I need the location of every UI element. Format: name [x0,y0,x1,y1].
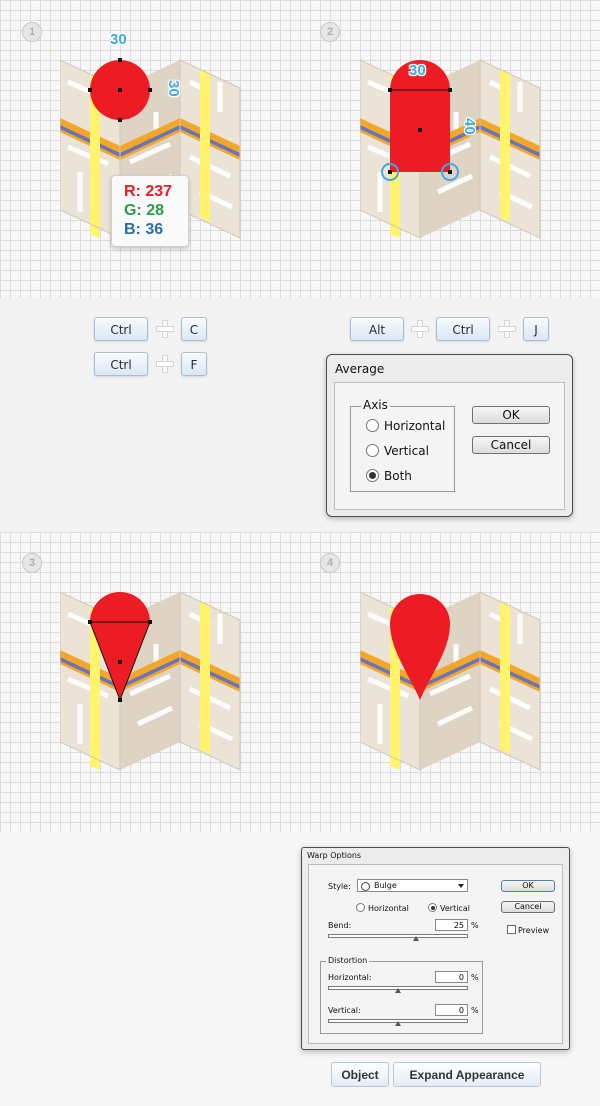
horizontal-distortion-label: Horizontal: [328,973,372,982]
rgb-color-box: R: 237 G: 28 B: 36 [111,175,189,247]
radio-vertical-label: Vertical [384,444,429,458]
average-dialog-title: Average [335,362,385,376]
ctrl-key: Ctrl [94,352,148,376]
axis-group-label: Axis [361,398,390,412]
radio-vertical-button[interactable] [366,444,379,457]
plus-icon [156,355,174,373]
bulge-style-icon [361,882,370,891]
radio-vertical[interactable]: Vertical [366,444,429,458]
radio-horizontal-label: Horizontal [384,419,446,433]
warp-options-dialog: Warp Options Style: Bulge Horizontal Ver… [301,847,570,1050]
rgb-red-value: R: 237 [124,183,173,200]
average-ok-button[interactable]: OK [472,406,550,424]
circle-width-label: 30 [110,31,127,48]
rgb-blue-value: B: 36 [124,221,164,238]
distortion-label: Distortion [326,956,370,965]
radio-dot [430,905,435,910]
step-number-3: 3 [22,553,42,573]
orientation-horizontal-button[interactable] [356,903,365,912]
vertical-distortion-input[interactable]: 0 [435,1004,468,1016]
step-number-1: 1 [22,22,42,42]
ctrl-key: Ctrl [436,317,490,341]
style-value: Bulge [374,881,397,890]
style-label: Style: [328,882,351,891]
radio-both-label: Both [384,469,412,483]
vertical-slider-thumb[interactable] [395,1021,401,1026]
preview-label: Preview [518,926,550,935]
orientation-vertical-button[interactable] [428,903,437,912]
capsule-height-label: 40 [461,118,478,135]
ctrl-key: Ctrl [94,317,148,341]
style-dropdown[interactable]: Bulge [357,879,468,892]
radio-both[interactable]: Both [366,469,412,483]
horizontal-percent: % [471,973,479,982]
bend-input[interactable]: 25 [435,919,468,931]
orientation-vertical[interactable]: Vertical [428,903,470,913]
preview-checkbox[interactable]: Preview [507,925,549,935]
horizontal-slider-thumb[interactable] [395,988,401,993]
plus-icon [156,320,174,338]
red-triangle-pin-shape [88,592,152,702]
radio-horizontal[interactable]: Horizontal [366,419,445,433]
radio-both-button[interactable] [366,469,379,482]
j-key: J [523,317,549,341]
c-key: C [181,317,207,341]
red-map-pin-shape [390,594,450,700]
bend-slider-thumb[interactable] [412,936,419,941]
rgb-green-value: G: 28 [124,202,165,219]
bend-label: Bend: [328,921,352,930]
warp-cancel-button[interactable]: Cancel [501,901,555,913]
circle-height-label: 30 [165,80,182,97]
capsule-width-label: 30 [409,62,426,79]
object-menu-button[interactable]: Object [331,1062,389,1087]
vertical-distortion-label: Vertical: [328,1006,361,1015]
horizontal-distortion-input[interactable]: 0 [435,971,468,983]
plus-icon [498,320,516,338]
orientation-horizontal[interactable]: Horizontal [356,903,409,913]
orientation-vertical-label: Vertical [440,904,470,913]
expand-appearance-button[interactable]: Expand Appearance [393,1062,541,1087]
preview-checkbox-box[interactable] [507,925,516,934]
alt-key: Alt [350,317,404,341]
red-circle-shape [88,58,152,122]
f-key: F [181,352,207,376]
average-dialog-body: Axis Horizontal Vertical Both OK Cancel [334,382,565,510]
warp-options-body: Style: Bulge Horizontal Vertical Bend: 2… [308,864,563,1044]
vertical-percent: % [471,1006,479,1015]
average-dialog: Average Axis Horizontal Vertical Both OK… [326,354,573,517]
step-number-2: 2 [320,22,340,42]
warp-ok-button[interactable]: OK [501,880,555,892]
bend-percent: % [471,921,479,930]
orientation-horizontal-label: Horizontal [368,904,409,913]
step-number-4: 4 [320,553,340,573]
bend-slider[interactable] [328,934,468,938]
average-cancel-button[interactable]: Cancel [472,436,550,454]
plus-icon [411,320,429,338]
radio-horizontal-button[interactable] [366,419,379,432]
chevron-down-icon [458,884,464,888]
warp-options-title: Warp Options [307,851,362,860]
